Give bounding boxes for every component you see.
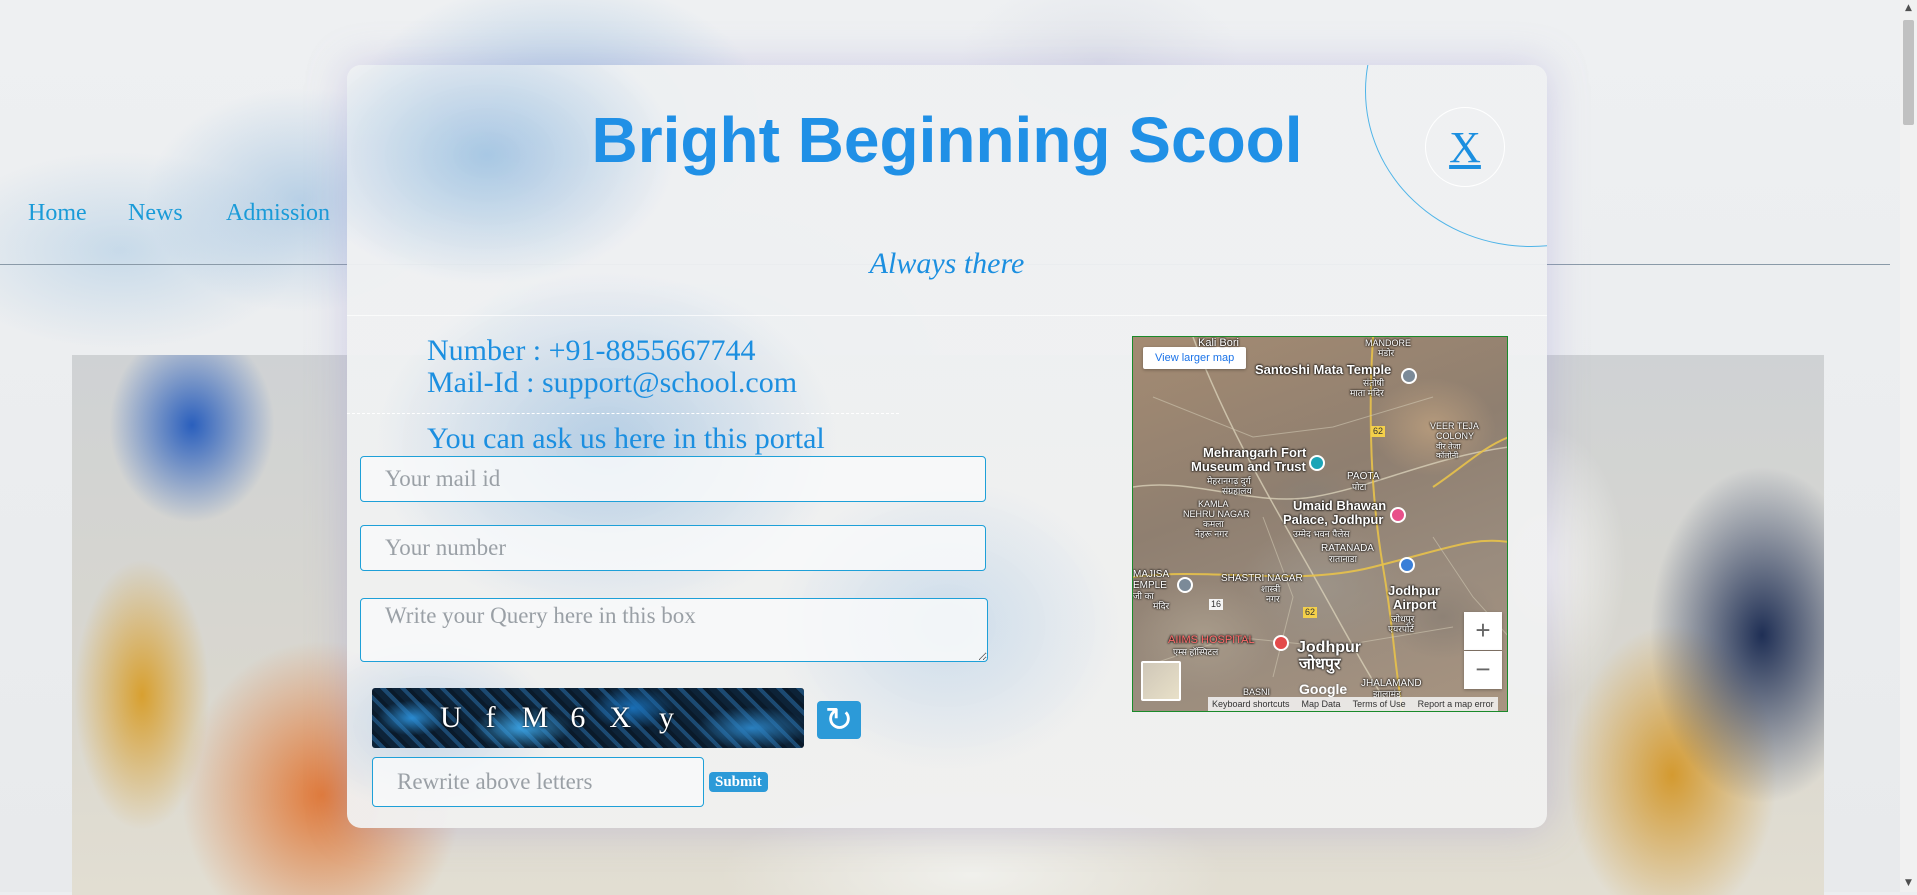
embedded-map[interactable]: View larger map Kali Bori MANDORE मंडोर …	[1132, 336, 1508, 712]
captcha-letter: 6	[570, 701, 586, 734]
captcha-letter: M	[521, 701, 549, 734]
map-label: माता मंदिर	[1350, 388, 1384, 398]
ask-heading: You can ask us here in this portal	[427, 422, 825, 455]
map-label: जोधपुर	[1299, 656, 1341, 673]
captcha-input[interactable]	[372, 757, 704, 807]
nav-news[interactable]: News	[128, 200, 183, 227]
map-label: मंदिर	[1153, 601, 1170, 611]
scrollbar-thumb[interactable]	[1903, 20, 1914, 125]
captcha-image: U f M 6 X y	[372, 688, 804, 748]
map-label: संग्रहालय	[1222, 486, 1252, 496]
museum-pin-icon[interactable]	[1309, 455, 1325, 471]
keyboard-shortcuts-link[interactable]: Keyboard shortcuts	[1212, 697, 1290, 711]
email-field[interactable]	[360, 456, 986, 502]
contact-divider	[347, 413, 899, 414]
hospital-pin-icon[interactable]	[1273, 635, 1289, 651]
captcha-letter: U	[440, 701, 462, 734]
map-label: कॉलोनी	[1436, 451, 1459, 460]
report-error-link[interactable]: Report a map error	[1418, 697, 1494, 711]
map-label: Umaid Bhawan	[1293, 498, 1387, 513]
page-scrollbar[interactable]: ▲ ▼	[1900, 0, 1917, 892]
road-shield: 16	[1209, 599, 1224, 610]
map-data-link[interactable]: Map Data	[1302, 697, 1341, 711]
contact-mail: Mail-Id : support@school.com	[427, 366, 798, 399]
map-label: Jodhpur	[1297, 639, 1361, 656]
map-label: एयरपोर्ट	[1388, 624, 1414, 634]
road-shield: 62	[1371, 426, 1386, 437]
map-label: नगर	[1266, 594, 1280, 604]
airport-pin-icon[interactable]	[1399, 557, 1415, 573]
map-label: रातानाडा	[1329, 554, 1357, 564]
map-label: Mehrangarh Fort	[1203, 445, 1307, 460]
map-label: AIIMS HOSPITAL	[1168, 634, 1255, 646]
map-label: Jodhpur	[1388, 583, 1440, 598]
map-label: Palace, Jodhpur	[1283, 512, 1384, 527]
map-label: Kali Bori	[1198, 337, 1239, 349]
nav-home[interactable]: Home	[28, 200, 87, 227]
google-logo: Google	[1299, 681, 1348, 697]
captcha-letter: X	[609, 701, 632, 734]
terms-link[interactable]: Terms of Use	[1353, 697, 1406, 711]
submit-button[interactable]: Submit	[709, 772, 768, 792]
nav-admission[interactable]: Admission	[226, 200, 330, 227]
contact-info: Number : +91-8855667744 Mail-Id : suppor…	[427, 335, 797, 399]
map-label: एम्स हॉस्पिटल	[1173, 647, 1219, 657]
scroll-down-arrow-icon[interactable]: ▼	[1900, 875, 1917, 892]
captcha-letter: y	[659, 701, 675, 734]
map-label: Museum and Trust	[1191, 459, 1306, 474]
scroll-up-arrow-icon[interactable]: ▲	[1900, 0, 1917, 17]
query-textarea[interactable]	[360, 598, 988, 662]
number-field[interactable]	[360, 525, 986, 571]
header-divider	[347, 315, 1547, 316]
hotel-pin-icon[interactable]	[1390, 507, 1406, 523]
map-label: JHALAMAND	[1361, 678, 1422, 689]
temple-pin-icon[interactable]	[1177, 577, 1193, 593]
modal-title: Bright Beginning Scool	[591, 104, 1303, 176]
captcha-letter: f	[485, 701, 496, 734]
refresh-captcha-icon[interactable]: ↻	[817, 701, 861, 739]
map-label: EMPLE	[1133, 580, 1167, 591]
map-label: पोटा	[1352, 482, 1367, 492]
road-shield: 62	[1303, 607, 1318, 618]
view-larger-map-link[interactable]: View larger map	[1143, 347, 1247, 369]
map-label: SHASTRI NAGAR	[1221, 573, 1303, 584]
map-label: RATANADA	[1321, 543, 1374, 554]
contact-modal: Bright Beginning Scool X Always there Nu…	[347, 65, 1547, 828]
street-view-icon[interactable]	[1141, 661, 1181, 701]
zoom-out-button[interactable]: −	[1464, 651, 1502, 689]
tagline: Always there	[869, 247, 1025, 280]
map-label: MAJISA	[1133, 569, 1170, 580]
map-label: PAOTA	[1347, 471, 1380, 482]
map-label: Airport	[1393, 597, 1437, 612]
map-label: उम्मेद भवन पैलेस	[1293, 529, 1350, 539]
map-attribution: Keyboard shortcuts Map Data Terms of Use…	[1208, 697, 1498, 711]
close-button[interactable]: X	[1425, 107, 1505, 187]
map-label: जी का	[1133, 591, 1154, 601]
temple-pin-icon[interactable]	[1401, 368, 1417, 384]
zoom-in-button[interactable]: +	[1464, 612, 1502, 650]
map-label: Santoshi Mata Temple	[1255, 362, 1392, 377]
map-label: नेहरू नगर	[1195, 529, 1229, 539]
contact-number: Number : +91-8855667744	[427, 334, 756, 367]
map-label: मंडोर	[1378, 348, 1395, 358]
